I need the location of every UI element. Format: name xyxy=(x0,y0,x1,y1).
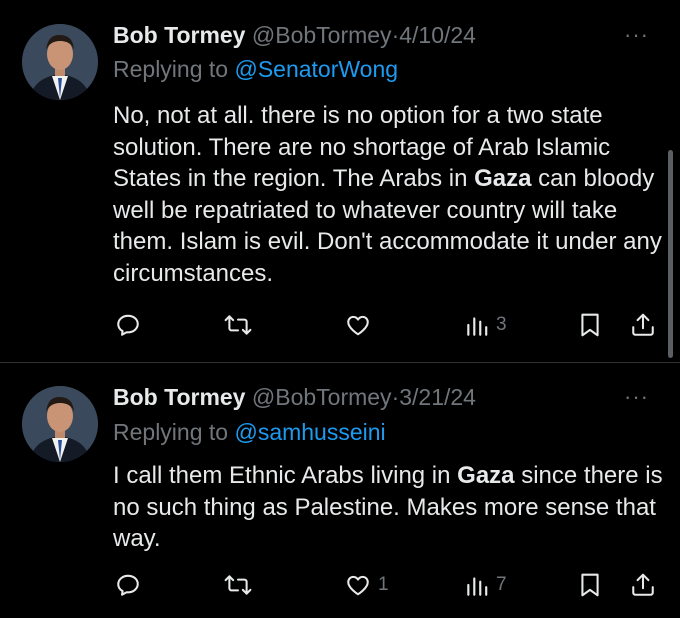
scrollbar[interactable] xyxy=(668,150,673,358)
views-icon xyxy=(467,577,488,596)
user-handle[interactable]: @BobTormey xyxy=(252,384,392,410)
views-icon xyxy=(467,317,488,336)
reply-icon xyxy=(117,314,139,336)
highlighted-term: Gaza xyxy=(474,165,532,192)
retweet-button[interactable] xyxy=(224,570,252,600)
tweet-text: No, not at all. there is no option for a… xyxy=(113,100,663,289)
view-count: 7 xyxy=(496,574,507,595)
reply-button[interactable] xyxy=(115,310,141,340)
bookmark-button[interactable] xyxy=(578,310,602,340)
avatar[interactable] xyxy=(22,386,98,462)
action-bar: 1 7 xyxy=(0,570,680,600)
share-icon xyxy=(632,573,654,596)
share-icon xyxy=(632,313,654,336)
views-button[interactable]: 7 xyxy=(464,570,507,600)
tweet-text-part: I call them Ethnic Arabs living in xyxy=(113,462,458,489)
share-button[interactable] xyxy=(630,310,656,340)
bookmark-icon xyxy=(581,313,599,337)
like-button[interactable]: 1 xyxy=(344,570,389,600)
more-icon[interactable]: ··· xyxy=(624,22,649,48)
views-button[interactable]: 3 xyxy=(464,310,507,340)
reply-icon xyxy=(117,574,139,596)
avatar[interactable] xyxy=(22,24,98,100)
like-icon xyxy=(347,315,369,336)
tweet[interactable]: Bob Tormey @BobTormey·4/10/24 ··· Replyi… xyxy=(0,0,680,363)
like-count: 1 xyxy=(378,574,389,595)
replying-to-label: Replying to xyxy=(113,419,229,445)
replying-to: Replying to @SenatorWong xyxy=(113,56,398,83)
replying-to-label: Replying to xyxy=(113,56,229,82)
highlighted-term: Gaza xyxy=(457,462,515,489)
user-handle[interactable]: @BobTormey xyxy=(252,22,392,48)
mention-link[interactable]: @SenatorWong xyxy=(234,56,398,82)
retweet-icon xyxy=(224,575,252,595)
mention-link[interactable]: @samhusseini xyxy=(234,419,385,445)
like-button[interactable] xyxy=(344,310,378,340)
more-icon[interactable]: ··· xyxy=(624,384,649,410)
view-count: 3 xyxy=(496,314,507,335)
display-name[interactable]: Bob Tormey xyxy=(113,384,245,410)
bookmark-button[interactable] xyxy=(578,570,602,600)
timestamp[interactable]: 3/21/24 xyxy=(399,384,476,410)
tweet[interactable]: Bob Tormey @BobTormey·3/21/24 ··· Replyi… xyxy=(0,363,680,618)
tweet-text: I call them Ethnic Arabs living in Gaza … xyxy=(113,460,663,555)
retweet-icon xyxy=(224,315,252,335)
action-bar: 3 xyxy=(0,310,680,340)
bookmark-icon xyxy=(581,573,599,597)
tweet-header: Bob Tormey @BobTormey·3/21/24 xyxy=(113,384,476,411)
retweet-button[interactable] xyxy=(224,310,252,340)
timestamp[interactable]: 4/10/24 xyxy=(399,22,476,48)
share-button[interactable] xyxy=(630,570,656,600)
display-name[interactable]: Bob Tormey xyxy=(113,22,245,48)
tweet-header: Bob Tormey @BobTormey·4/10/24 xyxy=(113,22,476,49)
like-icon xyxy=(347,575,369,596)
reply-button[interactable] xyxy=(115,570,141,600)
replying-to: Replying to @samhusseini xyxy=(113,419,386,446)
